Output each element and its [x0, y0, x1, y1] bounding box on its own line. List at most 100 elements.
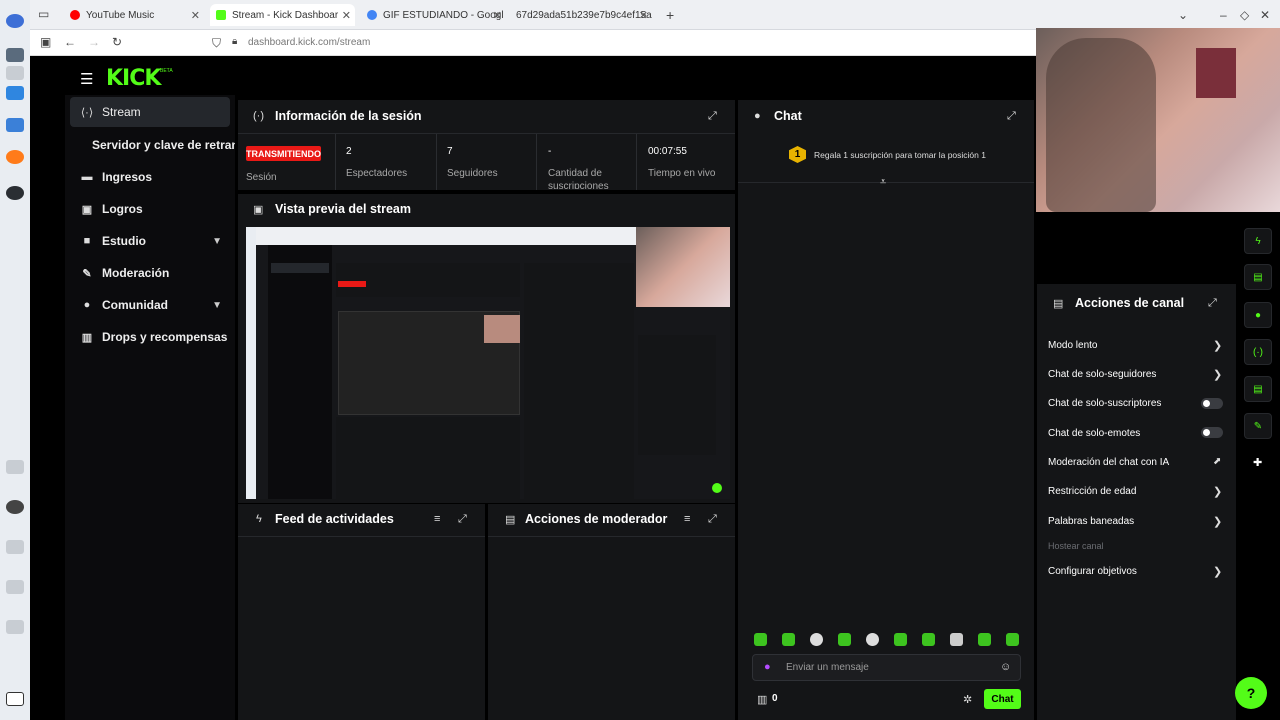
- add-widget-icon[interactable]: ✚: [1253, 456, 1262, 469]
- wrench-button[interactable]: ✎: [1244, 413, 1272, 439]
- chevron-down-icon[interactable]: ⌄: [1178, 8, 1188, 22]
- external-link-icon[interactable]: ⬈: [1213, 456, 1221, 467]
- hamburger-menu-icon[interactable]: ☰: [80, 70, 93, 88]
- emoji-icon[interactable]: ☺: [1000, 661, 1011, 673]
- preview-webcam: [636, 227, 730, 307]
- chevron-right-icon[interactable]: ❯: [1213, 485, 1222, 498]
- close-tab-icon[interactable]: ✕: [342, 9, 351, 22]
- preview-green-dot: [712, 483, 722, 493]
- close-window-icon[interactable]: ✕: [1260, 8, 1270, 22]
- minimize-icon[interactable]: –: [1220, 8, 1227, 22]
- microphone-icon[interactable]: ●: [764, 661, 771, 673]
- stat-divider: [536, 134, 537, 190]
- viewers-label: Espectadores: [346, 168, 408, 179]
- show-desktop-icon[interactable]: [6, 692, 24, 706]
- firefox-icon[interactable]: [6, 150, 24, 164]
- tab-gif-estudiando[interactable]: GIF ESTUDIANDO - Googl ✕: [361, 4, 506, 26]
- expand-icon[interactable]: ⤢: [708, 110, 717, 123]
- sidebar-item-server-key[interactable]: Servidor y clave de retransm: [82, 130, 235, 160]
- chevron-right-icon[interactable]: ❯: [1213, 515, 1222, 528]
- sidebar-toggle-icon[interactable]: ▣: [40, 35, 51, 49]
- action-followers-only[interactable]: Chat de solo-seguidores: [1048, 369, 1156, 380]
- emote-icon[interactable]: [866, 633, 879, 646]
- url-text[interactable]: dashboard.kick.com/stream: [248, 37, 370, 48]
- kick-logo[interactable]: KICK: [106, 66, 161, 91]
- preview-actions-panel: [638, 335, 716, 455]
- emote-icon[interactable]: [810, 633, 823, 646]
- sidebar-item-logros[interactable]: ▣ Logros: [70, 194, 230, 224]
- help-button[interactable]: ?: [1235, 677, 1267, 709]
- new-tab-icon[interactable]: +: [666, 7, 674, 23]
- tab-image[interactable]: 67d29ada51b239e7b9c4ef15a ✕: [510, 4, 652, 26]
- tray-icon[interactable]: [6, 500, 24, 514]
- emote-icon[interactable]: [754, 633, 767, 646]
- action-age-restriction[interactable]: Restricción de edad: [1048, 486, 1136, 497]
- chevron-right-icon[interactable]: ❯: [1213, 339, 1222, 352]
- actions-button[interactable]: ▤: [1244, 376, 1272, 402]
- chat-message-input[interactable]: ● Enviar un mensaje ☺: [752, 654, 1021, 681]
- sidebar-item-estudio[interactable]: ■ Estudio ▼: [70, 226, 230, 256]
- reload-icon[interactable]: ↻: [112, 35, 122, 49]
- subscribers-only-toggle[interactable]: [1201, 398, 1223, 409]
- action-slow-mode[interactable]: Modo lento: [1048, 340, 1097, 351]
- clipboard-button[interactable]: ▤: [1244, 264, 1272, 290]
- expand-icon[interactable]: ⤢: [708, 513, 717, 526]
- sidebar-item-stream[interactable]: ⟨·⟩ Stream: [70, 97, 230, 127]
- preview-nested-webcam: [484, 315, 520, 343]
- emote-icon[interactable]: [894, 633, 907, 646]
- tray-icon[interactable]: [6, 540, 24, 554]
- expand-icon[interactable]: ⤢: [458, 513, 467, 526]
- expand-icon[interactable]: ⤢: [1007, 110, 1016, 123]
- sidebar-item-comunidad[interactable]: ● Comunidad ▼: [70, 290, 230, 320]
- emote-icon[interactable]: [922, 633, 935, 646]
- emotes-only-toggle[interactable]: [1201, 427, 1223, 438]
- lightning-button[interactable]: ϟ: [1244, 228, 1272, 254]
- gear-icon[interactable]: ✲: [963, 693, 972, 706]
- filter-icon[interactable]: ≡: [434, 513, 440, 525]
- action-configure-goals[interactable]: Configurar objetivos: [1048, 566, 1137, 577]
- sidebar-item-moderacion[interactable]: ✎ Moderación: [70, 258, 230, 288]
- emote-icon[interactable]: [1006, 633, 1019, 646]
- close-tab-icon[interactable]: ✕: [191, 9, 200, 22]
- store-icon[interactable]: [6, 86, 24, 100]
- users-icon: ●: [83, 299, 91, 311]
- clipboard-icon: ▤: [1053, 298, 1064, 310]
- tray-icon[interactable]: [6, 580, 24, 594]
- sparkle-icon[interactable]: [6, 66, 24, 80]
- restore-icon[interactable]: ◇: [1240, 8, 1249, 22]
- back-icon[interactable]: ←: [64, 35, 76, 49]
- chat-button[interactable]: ●: [1244, 302, 1272, 328]
- expand-icon[interactable]: ⤢: [1208, 297, 1217, 310]
- close-tab-icon[interactable]: ✕: [493, 9, 502, 22]
- broadcast-button[interactable]: (·): [1244, 339, 1272, 365]
- send-chat-button[interactable]: Chat: [984, 689, 1021, 709]
- filter-icon[interactable]: ≡: [684, 513, 690, 525]
- obs-icon[interactable]: [6, 186, 24, 200]
- emote-icon[interactable]: [978, 633, 991, 646]
- kick-icon: [216, 10, 226, 20]
- sidebar-item-drops[interactable]: ▥ Drops y recompensas: [70, 322, 230, 352]
- tab-kick-dashboard[interactable]: Stream - Kick Dashboar ✕: [210, 4, 355, 26]
- tray-icon[interactable]: [6, 620, 24, 634]
- forward-icon[interactable]: →: [88, 35, 100, 49]
- collapse-icon[interactable]: ⩡: [880, 176, 886, 189]
- emote-icon[interactable]: [950, 633, 963, 646]
- app-launcher-icon[interactable]: [6, 14, 24, 28]
- money-icon: ▬: [81, 171, 93, 183]
- emote-icon[interactable]: [782, 633, 795, 646]
- tab-list-icon[interactable]: ▭: [38, 7, 49, 21]
- files-icon[interactable]: [6, 48, 24, 62]
- stream-preview-video[interactable]: [246, 227, 730, 499]
- chevron-right-icon[interactable]: ❯: [1213, 368, 1222, 381]
- action-ai-moderation[interactable]: Moderación del chat con IA: [1048, 457, 1169, 468]
- close-tab-icon[interactable]: ✕: [639, 9, 648, 22]
- folder-icon[interactable]: [6, 118, 24, 132]
- os-taskbar: [0, 0, 30, 720]
- chevron-right-icon[interactable]: ❯: [1213, 565, 1222, 578]
- tray-icon[interactable]: [6, 460, 24, 474]
- tab-youtube-music[interactable]: YouTube Music ✕: [64, 4, 204, 26]
- action-banned-words[interactable]: Palabras baneadas: [1048, 516, 1134, 527]
- chat-placeholder: Enviar un mensaje: [786, 662, 869, 673]
- emote-icon[interactable]: [838, 633, 851, 646]
- sidebar-item-ingresos[interactable]: ▬ Ingresos: [70, 162, 230, 192]
